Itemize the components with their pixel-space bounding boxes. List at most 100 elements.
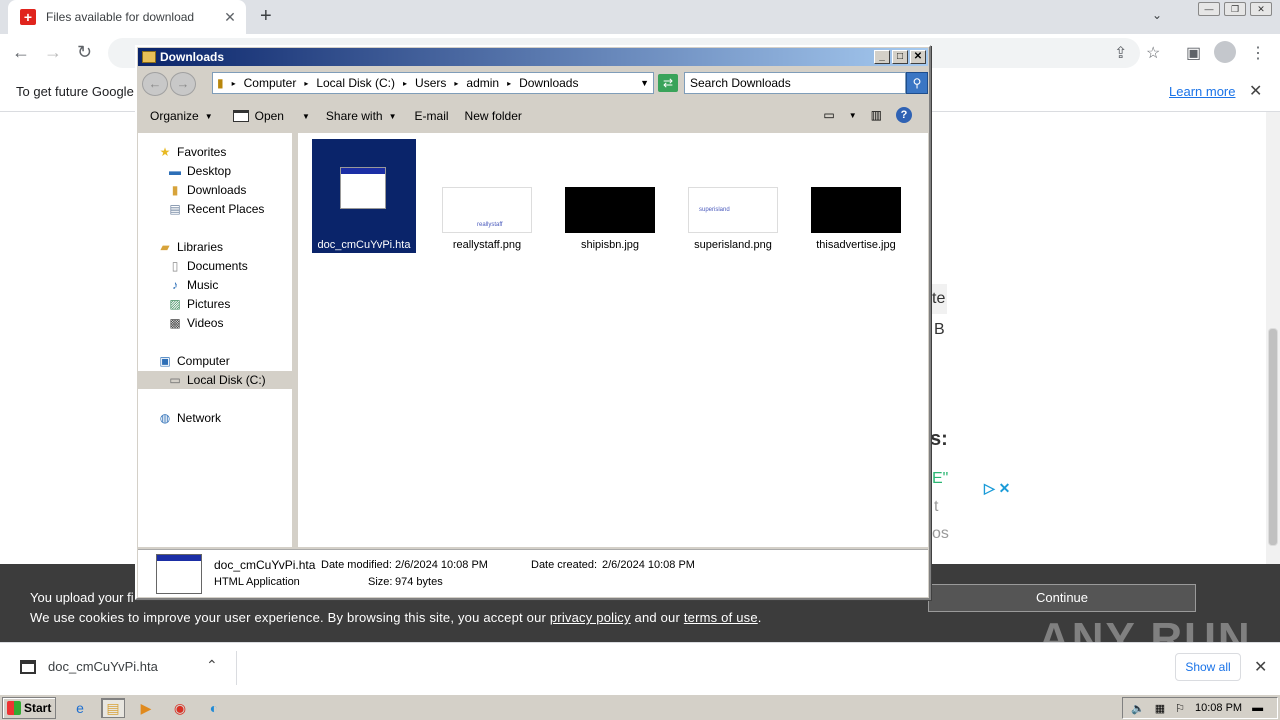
file-item[interactable]: reallystaff reallystaff.png bbox=[435, 139, 539, 253]
open-menu[interactable]: Open ▼ bbox=[232, 109, 310, 123]
nav-videos[interactable]: ▩ Videos bbox=[168, 314, 223, 332]
breadcrumb-sep-icon[interactable]: ▸ bbox=[507, 79, 511, 88]
breadcrumb-computer[interactable]: Computer bbox=[244, 76, 297, 90]
start-button[interactable]: Start bbox=[2, 697, 56, 719]
reload-icon[interactable]: ↻ bbox=[77, 42, 92, 63]
breadcrumb-sep-icon[interactable]: ▸ bbox=[232, 79, 236, 88]
help-icon[interactable]: ? bbox=[896, 107, 912, 123]
minimize-button[interactable]: — bbox=[1198, 2, 1220, 16]
restore-button[interactable]: ❐ bbox=[1224, 2, 1246, 16]
nav-computer[interactable]: ▣ Computer bbox=[158, 352, 229, 370]
new-tab-button[interactable]: + bbox=[260, 5, 272, 28]
file-item[interactable]: thisadvertise.jpg bbox=[804, 139, 908, 253]
explorer-titlebar[interactable]: Downloads _ □ ✕ bbox=[138, 48, 928, 66]
clock[interactable]: 10:08 PM bbox=[1195, 702, 1242, 714]
documents-icon: ▯ bbox=[171, 259, 179, 273]
preview-pane-icon[interactable]: ▥ bbox=[871, 108, 882, 122]
browser-tab[interactable]: + Files available for download ✕ bbox=[8, 0, 246, 34]
share-with-menu[interactable]: Share with ▼ bbox=[326, 109, 397, 123]
nav-desktop[interactable]: ▬ Desktop bbox=[168, 162, 231, 180]
share-icon[interactable]: ⇪ bbox=[1114, 43, 1127, 63]
breadcrumb-local-disk[interactable]: Local Disk (C:) bbox=[316, 76, 395, 90]
file-item[interactable]: shipisbn.jpg bbox=[558, 139, 662, 253]
file-item[interactable]: superisland superisland.png bbox=[681, 139, 785, 253]
action-center-flag-icon[interactable]: ⚐ bbox=[1175, 702, 1185, 715]
file-item[interactable]: doc_cmCuYvPi.hta bbox=[312, 139, 416, 253]
explorer-close-button[interactable]: ✕ bbox=[910, 50, 926, 64]
side-panel-icon[interactable]: ▣ bbox=[1186, 43, 1201, 63]
folder-small-icon: ▮ bbox=[217, 76, 224, 90]
explorer-folder-icon[interactable]: ▤ bbox=[101, 698, 125, 718]
organize-menu[interactable]: Organize ▼ bbox=[150, 109, 213, 123]
desktop-icon: ▬ bbox=[169, 164, 181, 178]
new-folder-button[interactable]: New folder bbox=[465, 109, 522, 123]
more-menu-icon[interactable]: ⋮ bbox=[1250, 43, 1266, 63]
tab-close-icon[interactable]: ✕ bbox=[222, 9, 238, 26]
explorer-maximize-button[interactable]: □ bbox=[892, 50, 908, 64]
nav-label: Music bbox=[187, 278, 219, 292]
file-name: reallystaff.png bbox=[452, 239, 522, 251]
page-scrollbar[interactable] bbox=[1266, 112, 1280, 564]
nav-downloads[interactable]: ▮ Downloads bbox=[168, 181, 247, 199]
breadcrumb-sep-icon[interactable]: ▸ bbox=[304, 79, 308, 88]
back-arrow-icon[interactable]: ← bbox=[12, 42, 30, 63]
nav-local-disk[interactable]: ▭ Local Disk (C:) bbox=[138, 371, 295, 389]
info-bar-close-icon[interactable]: ✕ bbox=[1249, 81, 1262, 101]
explorer-address-bar[interactable]: ▮ ▸ Computer ▸ Local Disk (C:) ▸ Users ▸… bbox=[212, 72, 654, 94]
show-desktop-icon[interactable]: ▬ bbox=[1252, 702, 1263, 714]
change-view-icon[interactable]: ▭ bbox=[823, 108, 834, 122]
forward-arrow-icon[interactable]: → bbox=[44, 42, 62, 63]
continue-button[interactable]: Continue bbox=[928, 584, 1196, 612]
download-item[interactable]: doc_cmCuYvPi.hta bbox=[20, 659, 158, 674]
volume-icon[interactable]: 🔈 bbox=[1131, 702, 1145, 715]
network-icon[interactable]: ▦ bbox=[1155, 702, 1165, 715]
internet-explorer-icon[interactable]: e bbox=[68, 698, 92, 718]
thumbnail-text: superisland bbox=[699, 207, 730, 213]
search-icon[interactable]: ⚲ bbox=[906, 72, 928, 94]
breadcrumb-sep-icon[interactable]: ▸ bbox=[454, 79, 458, 88]
explorer-back-icon[interactable]: ← bbox=[142, 72, 168, 96]
nav-label: Network bbox=[177, 411, 222, 425]
learn-more-link[interactable]: Learn more bbox=[1169, 84, 1235, 99]
refresh-icon[interactable]: ⇄ bbox=[658, 74, 678, 92]
profile-avatar[interactable] bbox=[1214, 41, 1236, 63]
tab-search-chevron-icon[interactable]: ⌄ bbox=[1152, 8, 1162, 22]
nav-music[interactable]: ♪ Music bbox=[168, 276, 218, 294]
close-window-button[interactable]: ✕ bbox=[1250, 2, 1272, 16]
divider bbox=[236, 651, 237, 685]
email-button[interactable]: E-mail bbox=[415, 109, 449, 123]
breadcrumb-admin[interactable]: admin bbox=[466, 76, 499, 90]
details-created-value: 2/6/2024 10:08 PM bbox=[602, 559, 695, 571]
edge-icon[interactable]: ◐ bbox=[202, 698, 226, 718]
search-input[interactable]: Search Downloads bbox=[684, 72, 906, 94]
breadcrumb-downloads[interactable]: Downloads bbox=[519, 76, 578, 90]
terms-of-use-link[interactable]: terms of use bbox=[684, 610, 758, 625]
scrollbar-thumb[interactable] bbox=[1268, 328, 1278, 546]
view-dropdown-icon[interactable]: ▼ bbox=[849, 111, 857, 120]
address-dropdown-icon[interactable]: ▼ bbox=[640, 78, 649, 88]
cookie-text: We use cookies to improve your user expe… bbox=[30, 610, 547, 625]
cookie-period: . bbox=[757, 610, 762, 625]
download-bar-close-icon[interactable]: ✕ bbox=[1254, 657, 1267, 677]
chevron-up-icon[interactable]: ⌃ bbox=[206, 657, 218, 674]
privacy-policy-link[interactable]: privacy policy bbox=[550, 610, 631, 625]
breadcrumb-users[interactable]: Users bbox=[415, 76, 446, 90]
nav-libraries[interactable]: ▰ Libraries bbox=[158, 238, 223, 256]
explorer-forward-icon[interactable]: → bbox=[170, 72, 196, 96]
download-bar: doc_cmCuYvPi.hta ⌃ Show all ✕ bbox=[0, 642, 1280, 692]
dropdown-arrow-icon: ▼ bbox=[388, 111, 397, 121]
nav-network[interactable]: ◍ Network bbox=[158, 409, 221, 427]
explorer-minimize-button[interactable]: _ bbox=[874, 50, 890, 64]
ad-choices-icon[interactable]: ▷ ✕ bbox=[984, 480, 1010, 497]
nav-pictures[interactable]: ▨ Pictures bbox=[168, 295, 230, 313]
chrome-icon[interactable]: ◉ bbox=[168, 698, 192, 718]
nav-documents[interactable]: ▯ Documents bbox=[168, 257, 248, 275]
nav-recent-places[interactable]: ▤ Recent Places bbox=[168, 200, 264, 218]
bookmark-star-icon[interactable]: ☆ bbox=[1146, 43, 1160, 63]
nav-favorites[interactable]: ★ Favorites bbox=[158, 143, 227, 161]
nav-label: Favorites bbox=[177, 145, 227, 159]
hta-file-large-icon bbox=[156, 554, 202, 594]
media-player-icon[interactable]: ▶ bbox=[134, 698, 158, 718]
breadcrumb-sep-icon[interactable]: ▸ bbox=[403, 79, 407, 88]
show-all-button[interactable]: Show all bbox=[1175, 653, 1241, 681]
